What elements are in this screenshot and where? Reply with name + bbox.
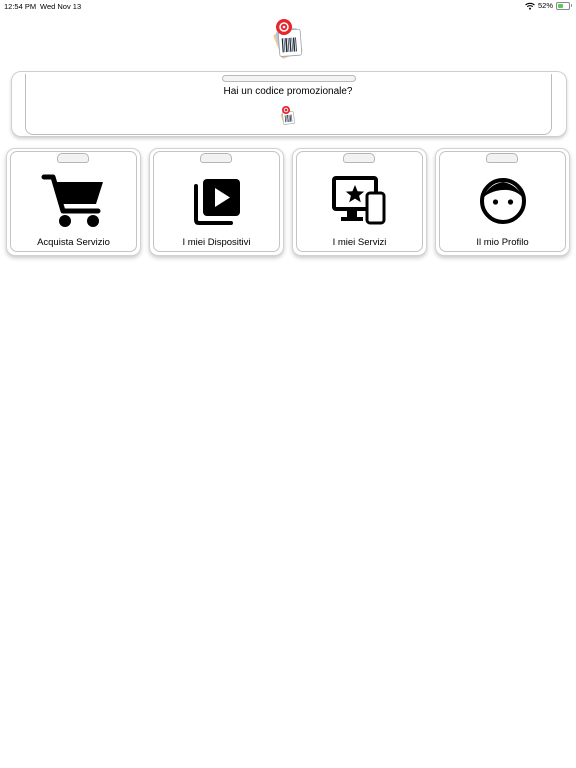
face-icon bbox=[480, 178, 526, 224]
card-hanger bbox=[200, 153, 232, 163]
menu-card-i-miei-servizi[interactable]: I miei Servizi bbox=[292, 148, 427, 256]
menu-card-i-miei-dispositivi[interactable]: I miei Dispositivi bbox=[149, 148, 284, 256]
cart-icon bbox=[41, 174, 103, 227]
status-date: Wed Nov 13 bbox=[40, 2, 82, 11]
menu-card-label: I miei Servizi bbox=[332, 237, 387, 248]
menu-card-acquista-servizio[interactable]: Acquista Servizio bbox=[6, 148, 141, 256]
promo-code-prompt[interactable]: Hai un codice promozionale? bbox=[0, 86, 576, 97]
menu-card-label: Il mio Profilo bbox=[476, 237, 529, 248]
video-library-icon bbox=[194, 179, 240, 225]
card-hanger bbox=[486, 153, 518, 163]
battery-level bbox=[558, 3, 564, 8]
promo-panel-hanger bbox=[222, 75, 356, 82]
battery-percent: 52% bbox=[537, 1, 553, 10]
menu-card-label: Acquista Servizio bbox=[37, 237, 110, 248]
devices-star-icon bbox=[332, 176, 386, 225]
promo-code-panel[interactable] bbox=[11, 71, 567, 137]
menu-card-label: I miei Dispositivi bbox=[182, 237, 251, 248]
status-time: 12:54 PM bbox=[4, 2, 37, 11]
status-right: 52% bbox=[525, 1, 572, 10]
barcode-tags-logo bbox=[273, 19, 303, 59]
card-hanger bbox=[343, 153, 375, 163]
battery-icon bbox=[556, 1, 572, 10]
wifi-icon bbox=[525, 2, 535, 10]
menu-card-il-mio-profilo[interactable]: Il mio Profilo bbox=[435, 148, 570, 256]
promo-code-icon[interactable] bbox=[280, 105, 296, 125]
status-bar: 12:54 PM Wed Nov 13 52% bbox=[0, 0, 576, 12]
card-hanger bbox=[57, 153, 89, 163]
